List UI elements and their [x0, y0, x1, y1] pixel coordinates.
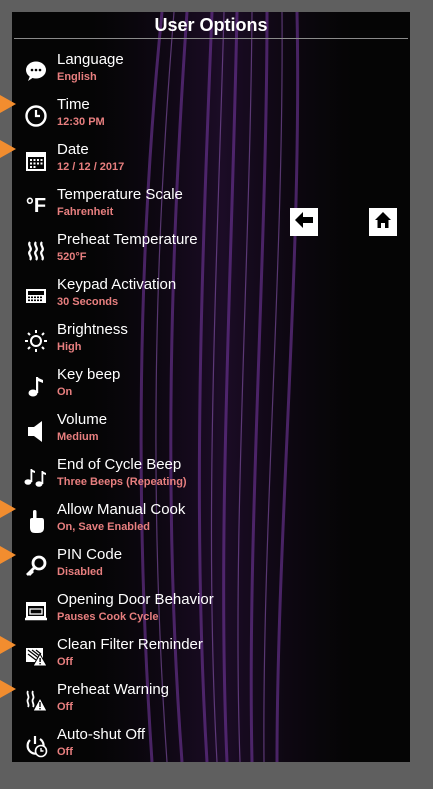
double-music-note-icon [22, 462, 50, 490]
option-opening-door-behavior[interactable]: Opening Door Behavior Pauses Cook Cycle [12, 587, 282, 632]
option-value: Off [57, 746, 73, 758]
pointer-marker-allow-manual-cook [0, 500, 16, 518]
option-brightness[interactable]: Brightness High [12, 317, 282, 362]
option-value: Disabled [57, 566, 103, 578]
heat-waves-icon [22, 237, 50, 265]
pointer-marker-preheat-warning [0, 680, 16, 698]
option-value: On, Save Enabled [57, 521, 150, 533]
option-label: End of Cycle Beep [57, 456, 182, 473]
option-value: 12 / 12 / 2017 [57, 161, 125, 173]
pointer-marker-date [0, 140, 16, 158]
option-preheat-temperature[interactable]: Preheat Temperature 520°F [12, 227, 282, 272]
power-timer-icon [22, 732, 50, 760]
option-label: Allow Manual Cook [57, 501, 186, 518]
clock-icon [22, 102, 50, 130]
option-language[interactable]: Language English [12, 47, 282, 92]
option-label: Preheat Temperature [57, 231, 198, 248]
page-title: User Options [154, 15, 268, 35]
option-label: Temperature Scale [57, 186, 183, 203]
pointer-marker-pin-code [0, 546, 16, 564]
option-value: Three Beeps (Repeating) [57, 476, 187, 488]
speaker-icon [22, 417, 50, 445]
calendar-icon [22, 147, 50, 175]
option-key-beep[interactable]: Key beep On [12, 362, 282, 407]
option-label: Keypad Activation [57, 276, 177, 293]
option-time[interactable]: Time 12:30 PM [12, 92, 282, 137]
keypad-icon [22, 282, 50, 310]
pointer-marker-time [0, 95, 16, 113]
option-label: PIN Code [57, 546, 123, 563]
option-label: Time [57, 96, 90, 113]
back-button[interactable] [290, 208, 318, 236]
option-value: Off [57, 656, 73, 668]
option-value: High [57, 341, 82, 353]
home-icon [374, 211, 392, 234]
home-button[interactable] [369, 208, 397, 236]
option-value: Fahrenheit [57, 206, 114, 218]
option-keypad-activation[interactable]: Keypad Activation 30 Seconds [12, 272, 282, 317]
music-note-icon [22, 372, 50, 400]
user-options-screen: User Options Language English Time 12:30… [12, 12, 410, 762]
option-label: Brightness [57, 321, 128, 338]
option-label: Auto-shut Off [57, 726, 146, 743]
filter-warning-icon [22, 642, 50, 670]
option-value: 12:30 PM [57, 116, 105, 128]
option-temperature-scale[interactable]: °F Temperature Scale Fahrenheit [12, 182, 282, 227]
option-value: Off [57, 701, 73, 713]
option-end-of-cycle-beep[interactable]: End of Cycle Beep Three Beeps (Repeating… [12, 452, 282, 497]
option-label: Opening Door Behavior [57, 591, 214, 608]
option-value: English [57, 71, 97, 83]
option-value: 30 Seconds [57, 296, 119, 308]
pointing-hand-icon [22, 507, 50, 535]
heat-warning-icon [22, 687, 50, 715]
option-clean-filter-reminder[interactable]: Clean Filter Reminder Off [12, 632, 282, 677]
pointer-marker-clean-filter-reminder [0, 636, 16, 654]
option-date[interactable]: Date 12 / 12 / 2017 [12, 137, 282, 182]
option-volume[interactable]: Volume Medium [12, 407, 282, 452]
oven-door-icon [22, 597, 50, 625]
option-pin-code[interactable]: PIN Code Disabled [12, 542, 282, 587]
option-value: Pauses Cook Cycle [57, 611, 159, 623]
option-preheat-warning[interactable]: Preheat Warning Off [12, 677, 282, 722]
option-label: Preheat Warning [57, 681, 170, 698]
back-arrow-icon [293, 210, 315, 235]
option-allow-manual-cook[interactable]: Allow Manual Cook On, Save Enabled [12, 497, 282, 542]
option-value: 520°F [57, 251, 87, 263]
sun-icon [22, 327, 50, 355]
key-icon [22, 552, 50, 580]
option-auto-shut-off[interactable]: Auto-shut Off Off [12, 722, 282, 762]
speech-bubble-icon [22, 57, 50, 85]
option-value: On [57, 386, 73, 398]
option-label: Key beep [57, 366, 121, 383]
option-value: Medium [57, 431, 99, 443]
title-divider [14, 38, 408, 39]
option-label: Language [57, 51, 124, 68]
option-label: Clean Filter Reminder [57, 636, 203, 653]
option-label: Volume [57, 411, 108, 428]
option-label: Date [57, 141, 89, 158]
degree-fahrenheit-icon: °F [25, 194, 47, 217]
